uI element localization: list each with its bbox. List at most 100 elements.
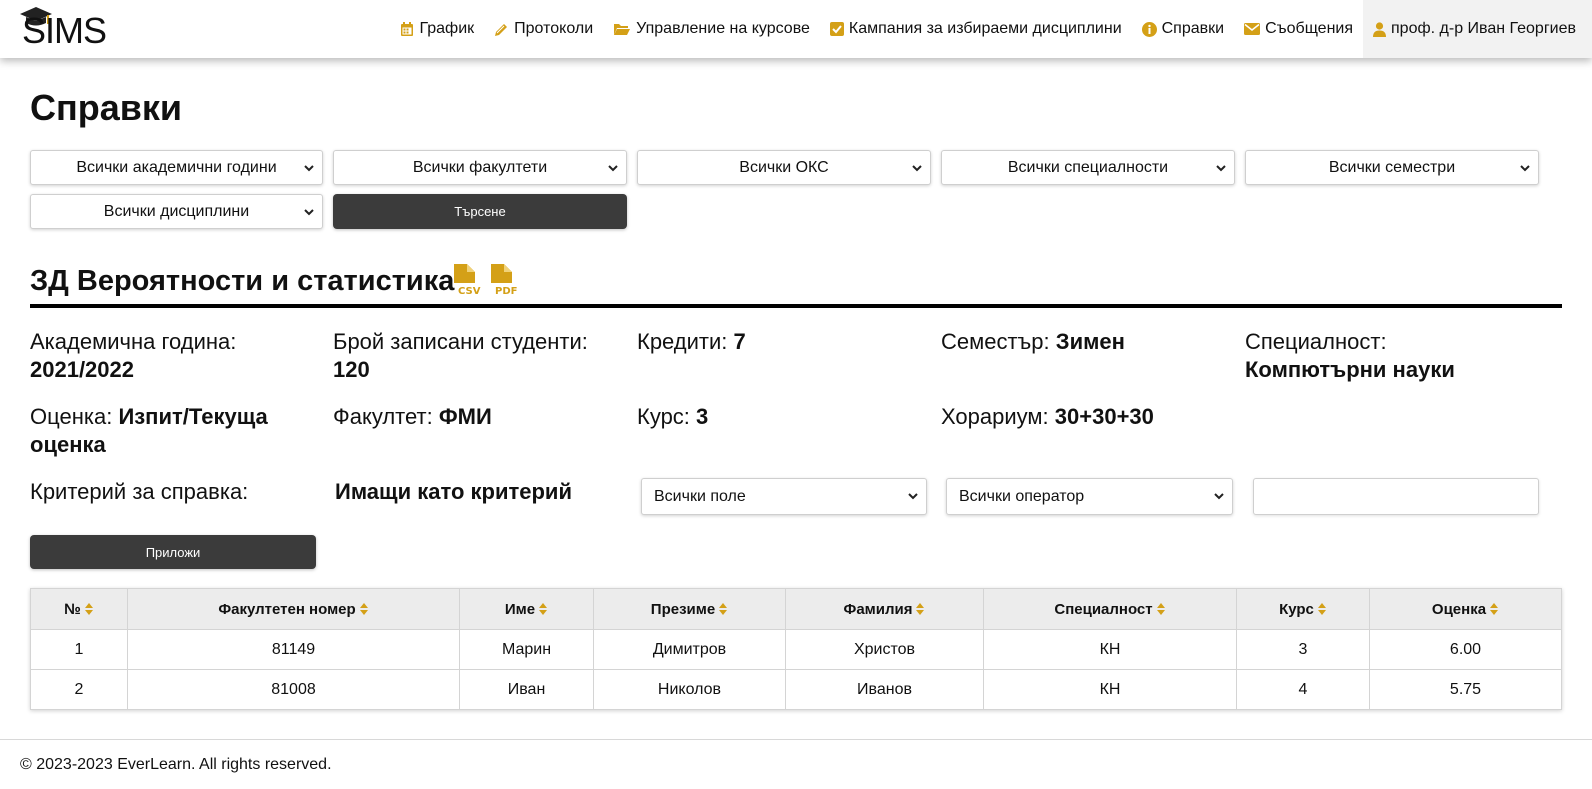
user-icon <box>1373 21 1387 37</box>
svg-text:CSV: CSV <box>458 286 481 297</box>
nav-item-messages[interactable]: Съобщения <box>1234 0 1363 58</box>
criteria-operator-select[interactable]: Всички оператор <box>946 478 1233 515</box>
degree-select[interactable]: Всички ОКС <box>637 150 931 185</box>
chevron-down-icon <box>608 165 618 172</box>
nav-label-course-management: Управление на курсове <box>636 20 810 37</box>
specialty-value: Компютърни науки <box>1245 357 1455 382</box>
pdf-file-icon[interactable]: PDF <box>490 263 522 297</box>
check-square-icon <box>829 22 844 36</box>
criteria-value-input[interactable] <box>1253 478 1539 515</box>
column-header-course[interactable]: Курс <box>1236 588 1370 630</box>
column-label: № <box>64 600 81 618</box>
nav-item-user-profile[interactable]: проф. д-р Иван Георгиев <box>1363 0 1592 58</box>
criteria-field-value: Всички поле <box>654 487 746 505</box>
criteria-mode: Имащи като критерий <box>335 479 572 504</box>
course-title: ЗД Вероятности и статистика <box>30 265 455 297</box>
academic-year-label: Академична година: <box>30 329 237 354</box>
logo-text: SIMS <box>22 10 107 51</box>
chevron-down-icon <box>912 165 922 172</box>
column-header-faculty-number[interactable]: Факултетен номер <box>127 588 460 630</box>
column-label: Факултетен номер <box>218 600 356 618</box>
academic-year-value: 2021/2022 <box>30 357 134 382</box>
page-title: Справки <box>30 87 183 128</box>
main-nav: График Протоколи Управление на курсове К… <box>390 0 1592 58</box>
grade-label: Оценка: <box>30 404 113 429</box>
csv-file-icon[interactable]: CSV <box>453 263 485 297</box>
faculty-info: Факултет: ФМИ <box>333 403 623 431</box>
footer-divider <box>0 739 1592 740</box>
column-label: Курс <box>1279 600 1314 618</box>
sort-icon <box>84 603 93 615</box>
specialty-select[interactable]: Всички специалности <box>941 150 1235 185</box>
column-header-specialty[interactable]: Специалност <box>983 588 1237 630</box>
students-info: Брой записани студенти: 120 <box>333 328 633 384</box>
table-row: 1 81149 Марин Димитров Христов КН 3 6.00 <box>30 629 1562 670</box>
table-header-row: № Факултетен номер Име Презиме Фамилия С… <box>30 588 1562 630</box>
credits-value: 7 <box>733 329 746 354</box>
sims-logo[interactable]: SIMS <box>18 6 118 51</box>
students-label: Брой записани студенти: <box>333 329 588 354</box>
cell-grade: 5.75 <box>1369 669 1562 710</box>
hours-label: Хорариум: <box>941 404 1049 429</box>
cell-last-name: Христов <box>785 629 984 670</box>
folder-open-icon <box>614 24 631 35</box>
cell-specialty: КН <box>983 629 1237 670</box>
faculty-select-value: Всички факултети <box>412 158 548 176</box>
chevron-down-icon <box>908 493 918 500</box>
hours-info: Хорариум: 30+30+30 <box>941 403 1241 431</box>
discipline-select-value: Всички дисциплини <box>103 202 250 220</box>
sort-icon <box>539 603 548 615</box>
sort-icon <box>916 603 925 615</box>
faculty-select[interactable]: Всички факултети <box>333 150 627 185</box>
column-header-middle-name[interactable]: Презиме <box>593 588 786 630</box>
calendar-icon <box>401 21 414 36</box>
faculty-label: Факултет: <box>333 404 433 429</box>
criteria-field-select[interactable]: Всички поле <box>641 478 927 515</box>
specialty-select-value: Всички специалности <box>1007 158 1169 176</box>
cell-middle-name: Димитров <box>593 629 786 670</box>
nav-item-course-management[interactable]: Управление на курсове <box>603 0 820 58</box>
cell-specialty: КН <box>983 669 1237 710</box>
column-header-first-name[interactable]: Име <box>459 588 594 630</box>
column-label: Име <box>504 600 536 618</box>
students-value: 120 <box>333 357 370 382</box>
chevron-down-icon <box>304 209 314 216</box>
course-header: ЗД Вероятности и статистика CSV PDF <box>30 263 1562 308</box>
grade-info: Оценка: Изпит/Текуща оценка <box>30 403 320 459</box>
cell-number: 2 <box>30 669 128 710</box>
table-row: 2 81008 Иван Николов Иванов КН 4 5.75 <box>30 669 1562 710</box>
column-header-grade[interactable]: Оценка <box>1369 588 1562 630</box>
semester-info: Семестър: Зимен <box>941 328 1231 356</box>
nav-item-protocols[interactable]: Протоколи <box>484 0 603 58</box>
nav-label-protocols: Протоколи <box>514 20 594 37</box>
specialty-label: Специалност: <box>1245 329 1387 354</box>
sort-icon <box>1317 603 1326 615</box>
degree-select-value: Всички ОКС <box>739 158 829 176</box>
nav-item-elective-campaign[interactable]: Кампания за избираеми дисциплини <box>820 0 1132 58</box>
criteria-label: Критерий за справка: <box>30 479 249 504</box>
semester-select[interactable]: Всички семестри <box>1245 150 1539 185</box>
academic-year-select[interactable]: Всички академични години <box>30 150 323 185</box>
nav-label-reports: Справки <box>1161 20 1225 37</box>
nav-label-schedule: График <box>419 20 475 37</box>
cell-number: 1 <box>30 629 128 670</box>
course-year-label: Курс: <box>637 404 690 429</box>
nav-item-schedule[interactable]: График <box>390 0 484 58</box>
column-label: Презиме <box>650 600 716 618</box>
discipline-select[interactable]: Всички дисциплини <box>30 194 323 229</box>
nav-item-reports[interactable]: Справки <box>1132 0 1234 58</box>
search-button[interactable]: Търсене <box>333 194 627 229</box>
cell-middle-name: Николов <box>593 669 786 710</box>
nav-label-messages: Съобщения <box>1265 20 1354 37</box>
column-header-last-name[interactable]: Фамилия <box>785 588 984 630</box>
apply-button[interactable]: Приложи <box>30 535 316 569</box>
criteria-operator-value: Всички оператор <box>959 487 1085 505</box>
semester-value: Зимен <box>1055 329 1125 354</box>
pencil-icon <box>495 23 508 36</box>
cell-first-name: Иван <box>459 669 594 710</box>
nav-label-elective-campaign: Кампания за избираеми дисциплини <box>848 20 1122 37</box>
semester-select-value: Всички семестри <box>1328 158 1456 176</box>
cell-grade: 6.00 <box>1369 629 1562 670</box>
course-year-info: Курс: 3 <box>637 403 927 431</box>
column-header-number[interactable]: № <box>30 588 128 630</box>
